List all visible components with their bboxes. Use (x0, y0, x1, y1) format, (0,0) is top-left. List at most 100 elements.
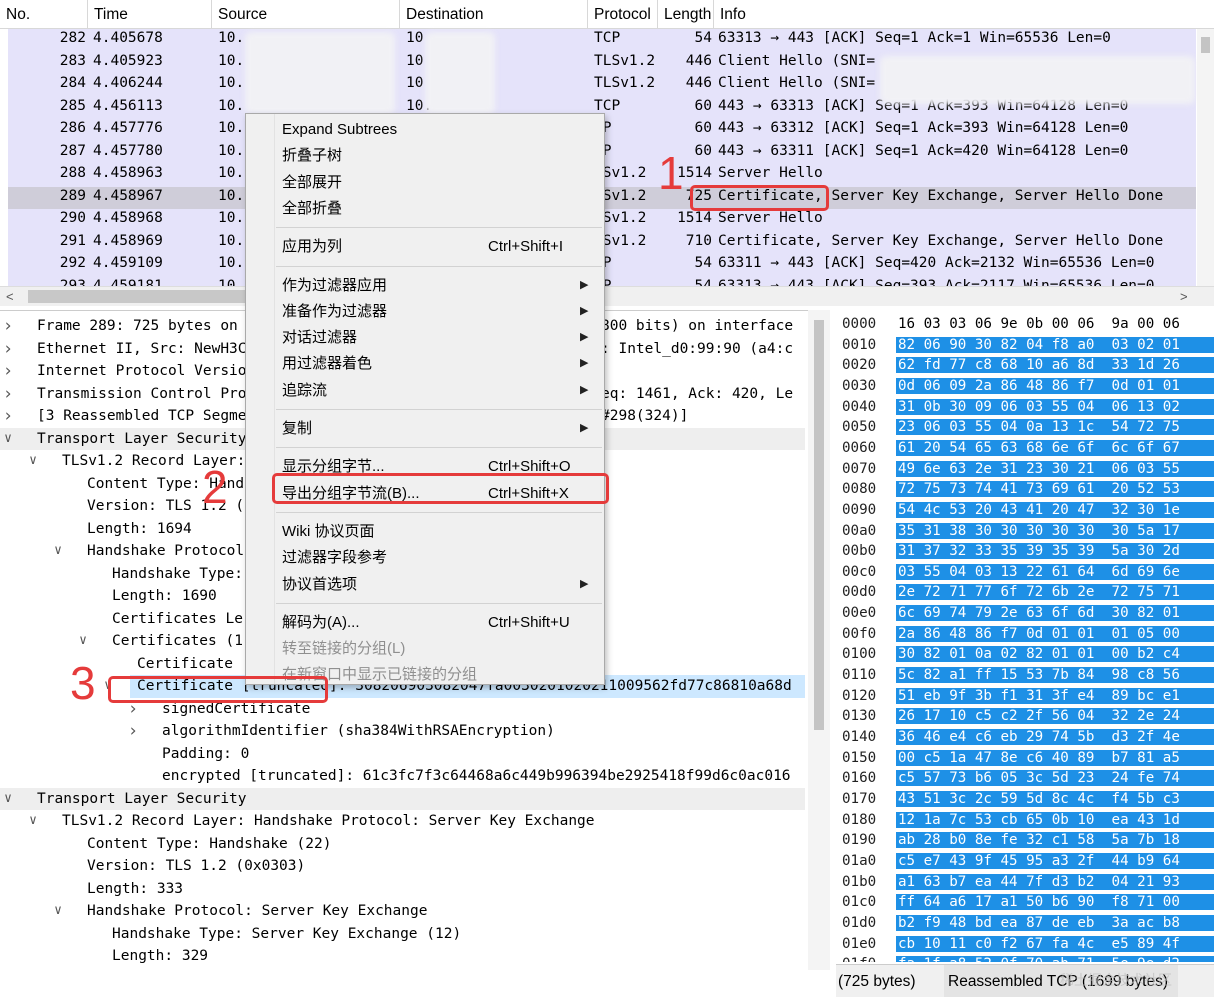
menu-item[interactable]: 复制 ▶ (246, 416, 604, 441)
menu-item[interactable]: 应用为列 Ctrl+Shift+I (246, 234, 604, 259)
packet-cell-no: 285 (59, 97, 86, 114)
menu-item[interactable]: Expand Subtrees (246, 117, 604, 142)
tree-node-label: Handshake Type: Server Key Exchange (12) (112, 925, 462, 942)
hex-bytes: a1 63 b7 ea 44 7f d3 b2 04 21 93 (896, 873, 1214, 890)
menu-item-label: 准备作为过滤器 (282, 302, 388, 320)
expand-chevron-icon[interactable]: › (2, 383, 14, 406)
hex-offset: 01d0 (842, 914, 877, 931)
collapse-chevron-icon[interactable]: ∨ (2, 428, 14, 451)
collapse-chevron-icon[interactable]: ∨ (77, 630, 89, 653)
packet-cell-src: 10. (218, 120, 245, 136)
tree-node-label: Padding: 0 (162, 745, 250, 762)
packet-cell-dst: 10 (406, 52, 424, 69)
details-vscroll[interactable] (808, 310, 830, 970)
hex-bytes: 03 55 04 03 13 22 61 64 6d 69 6e (896, 563, 1214, 580)
packet-cell-no: 288 (59, 165, 86, 181)
expand-chevron-icon[interactable]: › (2, 315, 14, 338)
packet-list-vscroll[interactable] (1197, 29, 1214, 286)
column-header-time[interactable]: Time (88, 0, 212, 29)
collapse-chevron-icon[interactable]: ∨ (52, 900, 64, 923)
submenu-arrow-icon: ▶ (580, 357, 589, 370)
menu-item-label: 作为过滤器应用 (282, 276, 388, 294)
packet-cell-no: 287 (59, 142, 86, 159)
tree-node-label: Certificates (1 (112, 633, 243, 649)
column-header-source[interactable]: Source (212, 0, 400, 29)
packet-list-hscroll[interactable]: < > (0, 286, 1214, 306)
menu-item-label: 全部展开 (282, 173, 343, 191)
menu-item[interactable]: 协议首选项 ▶ (246, 572, 604, 597)
column-header-info[interactable]: Info (714, 0, 1214, 29)
menu-item[interactable]: 全部展开 (246, 170, 604, 195)
scroll-thumb[interactable] (28, 290, 268, 303)
packet-cell-no: 286 (59, 120, 86, 136)
menu-separator (276, 265, 602, 267)
packet-row[interactable]: 282 4.405678 10. 10 TCP 54 63313 → 443 [ACK] S… (8, 29, 1196, 52)
collapse-chevron-icon[interactable]: ∨ (2, 788, 14, 811)
menu-item[interactable]: 作为过滤器应用 ▶ (246, 273, 604, 298)
expand-chevron-icon[interactable]: › (2, 338, 14, 361)
packet-cell-time: 4.458967 (93, 187, 163, 204)
menu-item-label: 复制 (282, 420, 313, 437)
packet-cell-len: 1514 (677, 210, 712, 226)
menu-item[interactable]: 准备作为过滤器 ▶ (246, 299, 604, 324)
menu-item[interactable]: 对话过滤器 ▶ (246, 325, 604, 350)
collapse-chevron-icon[interactable]: ∨ (27, 810, 39, 833)
hex-bytes: 82 06 90 30 82 04 f8 a0 03 02 01 (896, 336, 1214, 353)
tree-node-label: Handshake Protocol (87, 543, 245, 559)
tree-node-label: Length: 333 (87, 880, 184, 897)
scroll-left-icon[interactable]: < (6, 289, 14, 304)
hex-bytes: cb 10 11 c0 f2 67 fa 4c e5 89 4f (896, 935, 1214, 952)
column-header-protocol[interactable]: Protocol (588, 0, 658, 29)
scroll-thumb[interactable] (1201, 37, 1210, 53)
tree-node-label: Length: 329 (112, 948, 209, 964)
redaction-blur (880, 56, 1195, 104)
expand-chevron-icon[interactable]: › (127, 720, 139, 743)
submenu-arrow-icon: ▶ (580, 422, 589, 434)
menu-item-label: 解码为(A)... (282, 613, 360, 631)
hex-offset: 0100 (842, 646, 877, 663)
hex-offset: 0030 (842, 377, 877, 394)
menu-item-shortcut: Ctrl+Shift+I (488, 238, 564, 256)
column-header-length[interactable]: Length (658, 0, 714, 29)
hex-bytes: 6c 69 74 79 2e 63 6f 6d 30 82 01 (896, 605, 1214, 622)
tree-node-label: Version: TLS 1.2 (0x0303) (87, 858, 306, 874)
hex-bytes: 5c 82 a1 ff 15 53 7b 84 98 c8 56 (896, 667, 1214, 684)
expand-chevron-icon[interactable]: › (2, 405, 14, 428)
menu-item[interactable]: 解码为(A)... Ctrl+Shift+U (246, 610, 604, 635)
menu-item-label: 追踪流 (282, 381, 328, 399)
packet-cell-time: 4.458969 (93, 232, 163, 249)
tree-node-label-tail: 800 bits) on interface (601, 318, 794, 334)
collapse-chevron-icon[interactable]: ∨ (52, 540, 64, 563)
menu-item[interactable]: 全部折叠 (246, 196, 604, 221)
expand-chevron-icon[interactable]: › (2, 360, 14, 383)
column-header-no[interactable]: No. (0, 0, 88, 29)
packet-cell-info: 63311 → 443 [ACK] Seq=420 Ack=2132 Win=6… (718, 255, 1155, 271)
scroll-thumb[interactable] (814, 320, 824, 730)
menu-item[interactable]: Wiki 协议页面 (246, 519, 604, 544)
tree-node-label: Internet Protocol Versio (37, 363, 247, 379)
hex-bytes: 72 75 73 74 41 73 69 61 20 52 53 (896, 481, 1214, 498)
menu-item[interactable]: 折叠子树 (246, 143, 604, 168)
packet-cell-info: 443 → 63311 [ACK] Seq=1 Ack=420 Win=6412… (718, 142, 1129, 159)
packet-cell-time: 4.406244 (93, 75, 163, 91)
collapse-chevron-icon[interactable]: ∨ (27, 450, 39, 473)
menu-item[interactable]: 用过滤器着色 ▶ (246, 351, 604, 376)
hex-bytes: 49 6e 63 2e 31 23 30 21 06 03 55 (896, 460, 1214, 477)
packet-cell-len: 60 (694, 120, 712, 136)
scroll-right-icon[interactable]: > (1180, 289, 1188, 304)
hex-offset: 0080 (842, 481, 877, 498)
menu-item-label: 转至链接的分组(L) (282, 640, 406, 658)
packet-cell-time: 4.457780 (93, 142, 163, 159)
bytes-tab-frame[interactable]: (725 bytes) (838, 973, 916, 991)
packet-cell-len: 54 (694, 30, 712, 46)
menu-item[interactable]: 过滤器字段参考 (246, 545, 604, 570)
column-header-destination[interactable]: Destination (400, 0, 588, 29)
hex-bytes: 30 82 01 0a 02 82 01 01 00 b2 c4 (896, 646, 1214, 663)
hex-offset: 01e0 (842, 935, 877, 952)
tree-node[interactable]: ∨ Transport Layer Security (0, 787, 805, 811)
menu-item[interactable]: 追踪流 ▶ (246, 378, 604, 403)
packet-cell-info: Server Hello (718, 210, 823, 226)
hex-bytes: 0d 06 09 2a 86 48 86 f7 0d 01 01 (896, 377, 1214, 394)
packet-cell-no: 284 (59, 75, 86, 91)
hex-bytes: 35 31 38 30 30 30 30 30 30 5a 17 (896, 522, 1214, 539)
